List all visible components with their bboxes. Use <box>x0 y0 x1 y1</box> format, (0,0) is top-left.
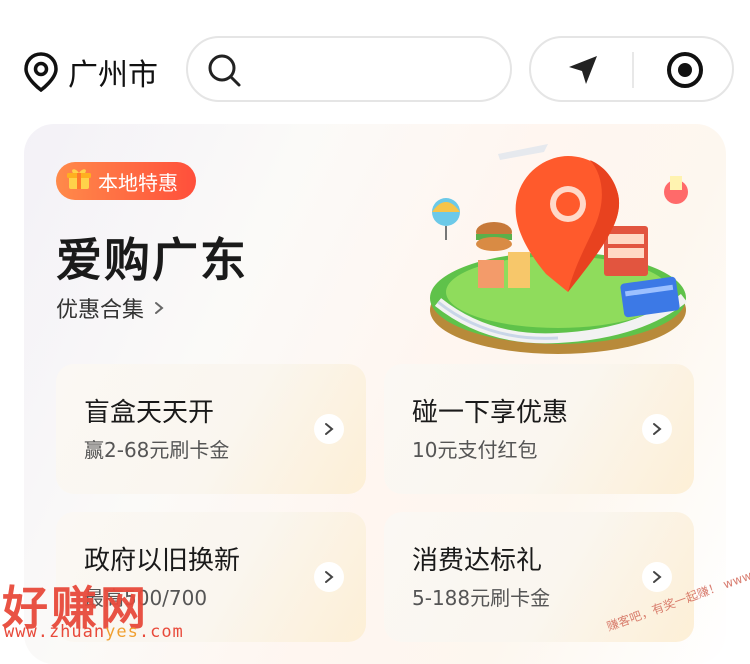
location-pin-icon <box>24 52 58 92</box>
divider <box>632 52 634 88</box>
promo-tile-spending-reward[interactable]: 消费达标礼 5-188元刷卡金 <box>384 512 694 642</box>
deals-collection-link[interactable]: 优惠合集 <box>56 292 164 324</box>
site-watermark: 好赚网 www.zhuanyes.com <box>2 572 183 642</box>
chevron-right-icon[interactable] <box>314 414 344 444</box>
tile-subtitle: 5-188元刷卡金 <box>412 586 551 610</box>
gift-icon <box>66 166 92 197</box>
tile-subtitle: 赢2-68元刷卡金 <box>84 438 230 462</box>
chevron-right-icon[interactable] <box>314 562 344 592</box>
target-icon[interactable] <box>665 50 705 94</box>
city-map-illustration <box>430 144 688 354</box>
tile-title: 碰一下享优惠 <box>412 398 569 428</box>
city-selector[interactable]: 广州市 <box>24 50 158 94</box>
watermark-url: www.zhuanyes.com <box>4 622 184 642</box>
tile-subtitle: 10元支付红包 <box>412 438 538 462</box>
search-icon <box>206 52 244 94</box>
navigation-arrow-icon[interactable] <box>565 52 601 92</box>
promo-tile-blind-box[interactable]: 盲盒天天开 赢2-68元刷卡金 <box>56 364 366 494</box>
promo-tile-tap-discount[interactable]: 碰一下享优惠 10元支付红包 <box>384 364 694 494</box>
tile-title: 盲盒天天开 <box>84 398 215 428</box>
promo-title: 爱购广东 <box>56 233 248 287</box>
watermark-url-part: .com <box>138 622 184 642</box>
tile-title: 消费达标礼 <box>412 546 543 576</box>
search-input[interactable] <box>258 48 492 94</box>
watermark-url-highlight: yes <box>105 622 139 642</box>
city-name: 广州市 <box>68 58 158 93</box>
search-box[interactable] <box>186 36 512 102</box>
chevron-right-icon[interactable] <box>642 414 672 444</box>
map-actions <box>529 36 734 102</box>
chevron-right-icon <box>154 296 164 321</box>
local-deals-badge: 本地特惠 <box>56 162 196 200</box>
chevron-right-icon[interactable] <box>642 562 672 592</box>
watermark-url-part: www.zhuan <box>4 622 106 642</box>
badge-label: 本地特惠 <box>98 170 178 195</box>
subtitle-label: 优惠合集 <box>56 298 145 323</box>
top-bar: 广州市 <box>0 0 750 120</box>
